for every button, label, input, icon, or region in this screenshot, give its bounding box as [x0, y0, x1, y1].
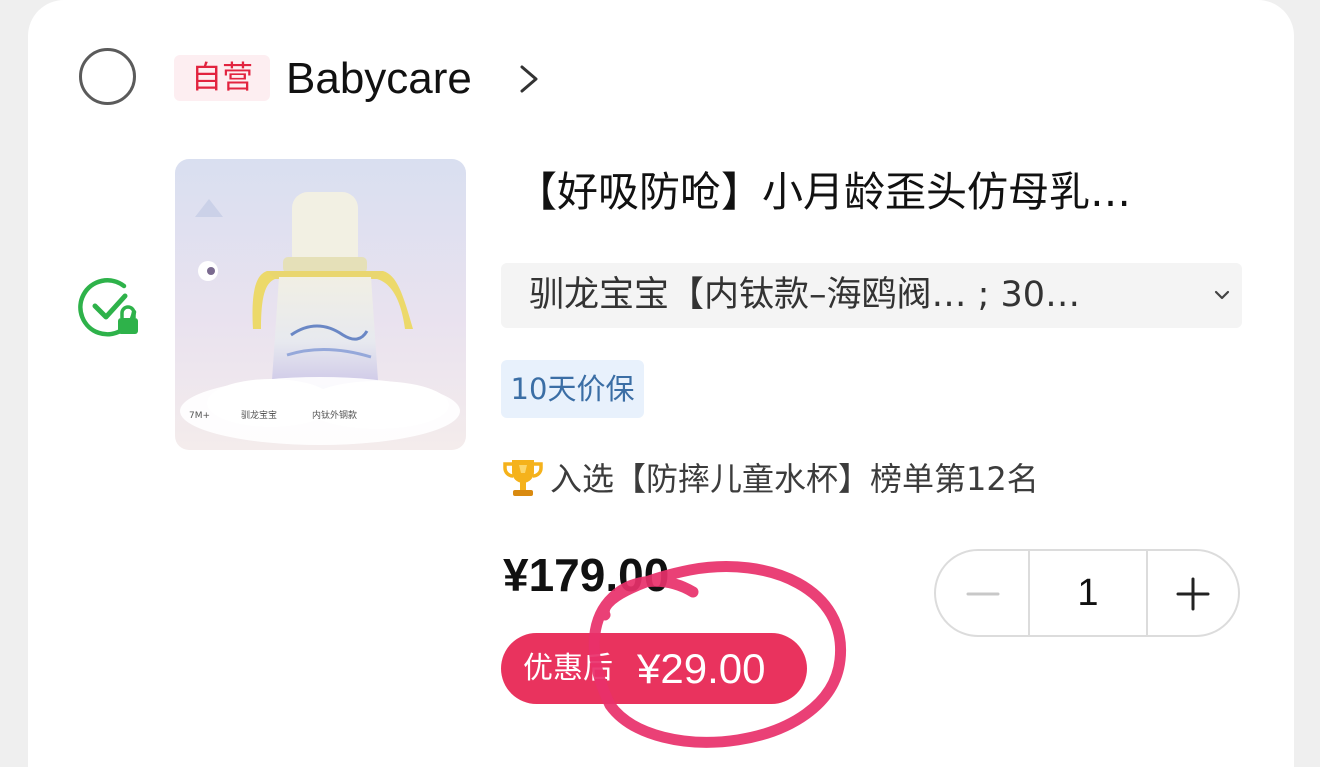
locked-check-icon [78, 278, 138, 337]
self-operated-badge: 自营 [174, 55, 270, 101]
chevron-down-icon [1214, 290, 1230, 300]
spec-selector[interactable]: 驯龙宝宝【内钛款–海鸥阀… ; 30… [501, 263, 1242, 328]
image-label-age: 7M+ [189, 411, 210, 421]
spec-text: 驯龙宝宝【内钛款–海鸥阀… ; 30… [529, 275, 1081, 315]
discounted-price-tag: 优惠后 ¥29.00 [501, 633, 807, 704]
chevron-right-icon[interactable] [514, 62, 544, 96]
product-image[interactable]: 7M+ 驯龙宝宝 内钛外钢款 [175, 159, 466, 450]
plus-icon[interactable] [1148, 551, 1240, 635]
image-label-material: 内钛外钢款 [312, 409, 357, 421]
discount-label: 优惠后 [523, 651, 613, 686]
product-title[interactable]: 【好吸防呛】小月龄歪头仿母乳… [516, 164, 1236, 220]
minus-icon[interactable] [936, 551, 1028, 635]
quantity-input[interactable]: 1 [1028, 551, 1148, 635]
select-shop-radio[interactable] [79, 48, 136, 105]
shop-name-link[interactable]: Babycare [286, 52, 472, 106]
product-price: ¥179.00 [503, 549, 670, 601]
quantity-stepper: 1 [934, 549, 1240, 637]
price-protection-tag: 10天价保 [501, 360, 644, 418]
ranking-text[interactable]: 入选【防摔儿童水杯】榜单第12名 [550, 456, 1039, 502]
image-label-series: 驯龙宝宝 [241, 409, 277, 421]
trophy-icon [503, 460, 543, 496]
discount-price: ¥29.00 [637, 645, 766, 692]
